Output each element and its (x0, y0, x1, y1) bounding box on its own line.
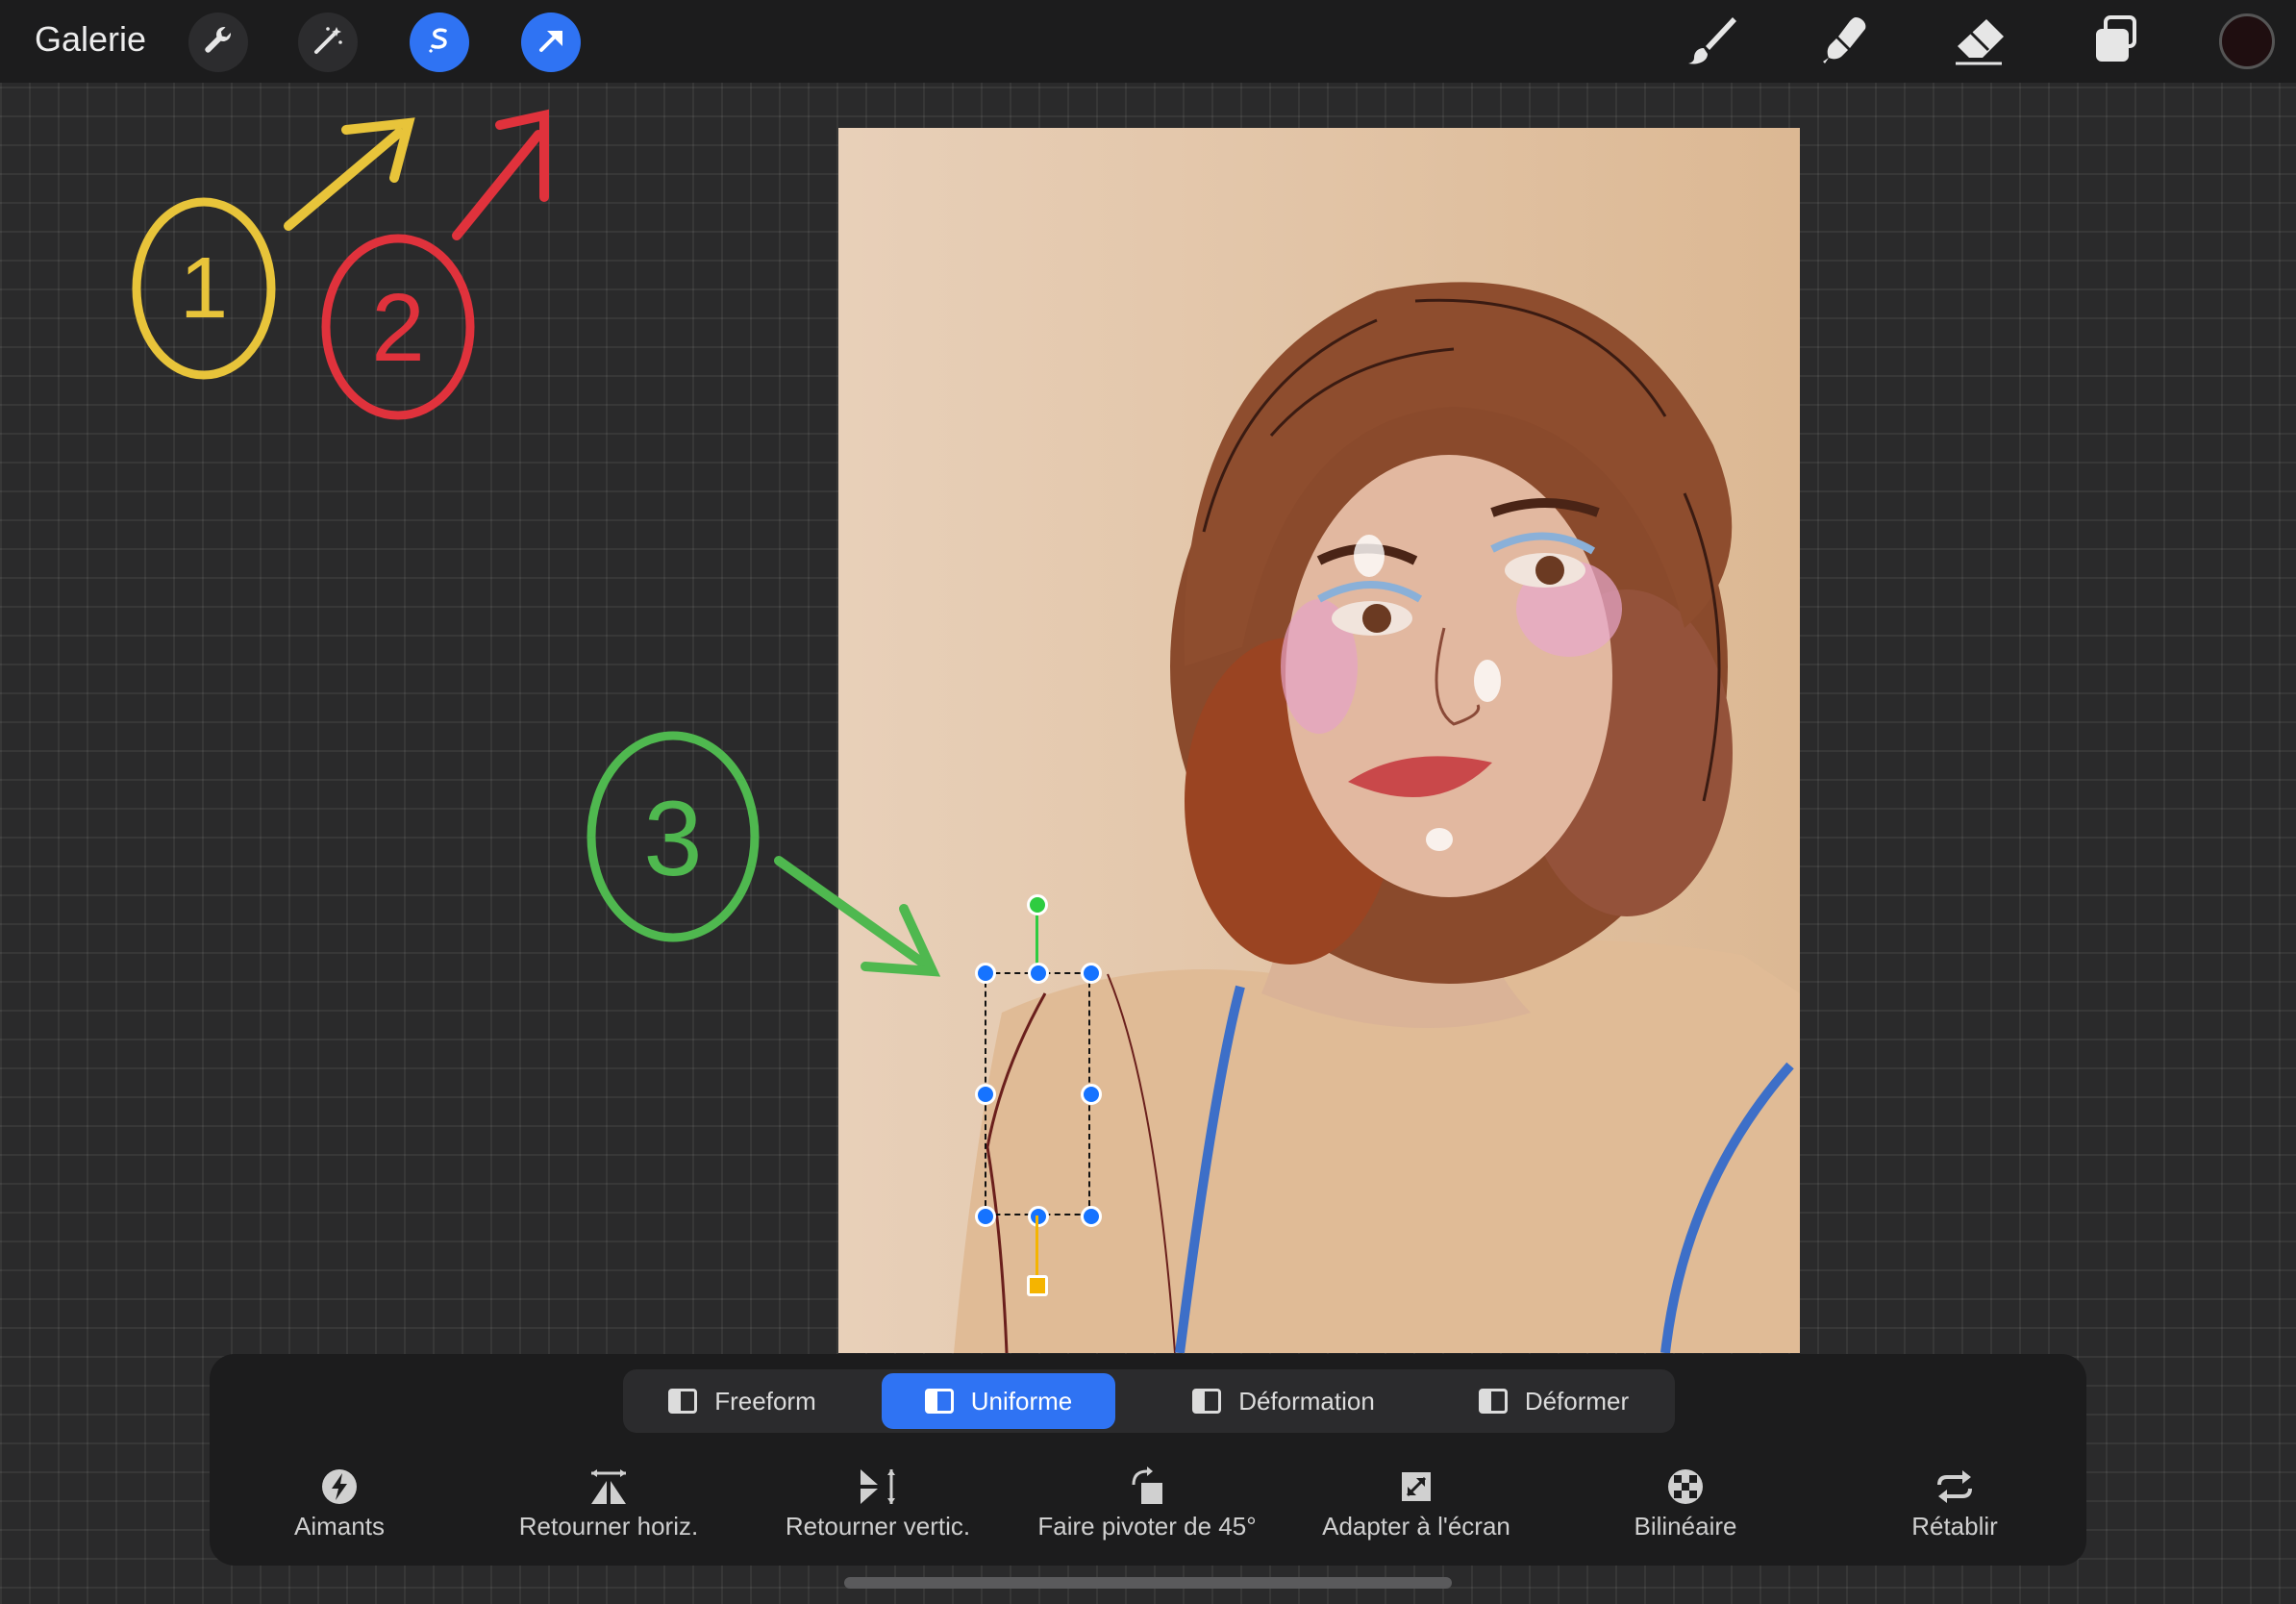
rotate-handle[interactable] (1027, 894, 1048, 915)
annotation-label-2: 2 (371, 274, 425, 382)
handle-top-left[interactable] (975, 963, 996, 984)
mode-tab-deformer[interactable]: Déformer (1442, 1373, 1665, 1429)
actions-button[interactable] (188, 13, 248, 72)
action-label: Adapter à l'écran (1322, 1512, 1510, 1541)
top-toolbar: Galerie (0, 0, 2296, 83)
freeform-mode-icon (668, 1389, 698, 1414)
scale-handle[interactable] (1027, 1275, 1048, 1296)
annotation-1: 1 (132, 117, 415, 380)
scale-line (1036, 1216, 1038, 1279)
mode-tab-uniforme[interactable]: Uniforme (882, 1373, 1115, 1429)
home-indicator[interactable] (844, 1577, 1452, 1589)
action-label: Bilinéaire (1634, 1512, 1737, 1541)
eraser-button[interactable] (1950, 12, 2011, 73)
handle-middle-right[interactable] (1081, 1084, 1102, 1105)
warp-mode-icon (1478, 1389, 1508, 1414)
flip-horizontal-icon (474, 1466, 743, 1508)
eraser-icon (1952, 12, 2009, 74)
handle-bottom-right[interactable] (1081, 1206, 1102, 1227)
action-label: Retourner vertic. (785, 1512, 971, 1541)
reset-icon (1820, 1466, 2089, 1508)
adjustments-button[interactable] (298, 13, 358, 72)
annotation-2: 2 (321, 109, 549, 420)
reset-button[interactable]: Rétablir (1820, 1466, 2089, 1542)
flip-vertical-button[interactable]: Retourner vertic. (743, 1466, 1012, 1542)
rotate-45-button[interactable]: Faire pivoter de 45° (1012, 1466, 1282, 1542)
transform-arrow-icon (534, 23, 568, 63)
layers-button[interactable] (2084, 12, 2146, 73)
handle-bottom-center[interactable] (1028, 1206, 1049, 1227)
magnet-bolt-icon (205, 1466, 474, 1508)
brush-button[interactable] (1681, 12, 1742, 73)
action-label: Aimants (294, 1512, 385, 1541)
wrench-icon (201, 23, 236, 63)
smudge-icon (1817, 12, 1875, 74)
transform-bounding-box[interactable] (985, 972, 1090, 1216)
handle-top-center[interactable] (1028, 963, 1049, 984)
action-label: Faire pivoter de 45° (1037, 1512, 1257, 1541)
handle-bottom-left[interactable] (975, 1206, 996, 1227)
bilinear-icon (1551, 1466, 1820, 1508)
action-label: Retourner horiz. (518, 1512, 699, 1541)
bilinear-button[interactable]: Bilinéaire (1551, 1466, 1820, 1542)
gallery-button[interactable]: Galerie (35, 19, 146, 60)
mode-tab-label: Déformation (1238, 1386, 1375, 1416)
transform-button[interactable] (521, 13, 581, 72)
mode-tab-freeform[interactable]: Freeform (631, 1373, 854, 1429)
mode-tab-label: Déformer (1524, 1386, 1630, 1416)
flip-vertical-icon (743, 1466, 1012, 1508)
magnets-button[interactable]: Aimants (205, 1466, 474, 1542)
mode-tab-label: Uniforme (970, 1386, 1073, 1416)
distort-mode-icon (1192, 1389, 1222, 1414)
handle-middle-left[interactable] (975, 1084, 996, 1105)
mode-tab-label: Freeform (714, 1386, 816, 1416)
annotation-label-1: 1 (180, 240, 228, 337)
selection-icon (422, 23, 457, 63)
uniform-mode-icon (924, 1389, 954, 1414)
smudge-button[interactable] (1815, 12, 1877, 73)
mode-tab-deformation[interactable]: Déformation (1149, 1373, 1418, 1429)
fit-screen-icon (1282, 1466, 1551, 1508)
handle-top-right[interactable] (1081, 963, 1102, 984)
canvas-artwork[interactable] (838, 128, 1800, 1353)
magic-wand-icon (311, 23, 345, 63)
fit-screen-button[interactable]: Adapter à l'écran (1282, 1466, 1551, 1542)
color-swatch[interactable] (2219, 13, 2275, 69)
brush-icon (1683, 12, 1740, 74)
layers-icon (2086, 12, 2144, 74)
annotation-label-3: 3 (643, 780, 702, 898)
rotate-45-icon (1012, 1466, 1282, 1508)
action-label: Rétablir (1911, 1512, 1998, 1541)
flip-horizontal-button[interactable]: Retourner horiz. (474, 1466, 743, 1542)
selection-button[interactable] (410, 13, 469, 72)
